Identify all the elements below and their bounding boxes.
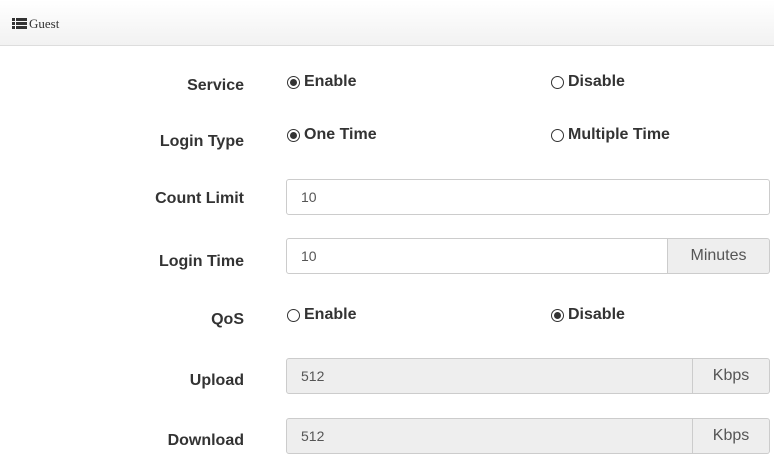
download-label: Download [167, 432, 244, 449]
upload-unit: Kbps [693, 358, 770, 394]
qos-enable-radio[interactable]: Enable [287, 306, 356, 324]
upload-input[interactable]: 512 [286, 358, 693, 394]
radio-unchecked-icon [551, 75, 564, 89]
radio-unchecked-icon [287, 308, 300, 322]
service-enable-radio[interactable]: Enable [287, 73, 356, 91]
login-type-multiple-time-radio[interactable]: Multiple Time [551, 126, 670, 144]
radio-unchecked-icon [551, 128, 564, 142]
radio-checked-icon [287, 75, 300, 89]
login-time-label: Login Time [158, 253, 244, 270]
count-limit-input[interactable]: 10 [286, 179, 770, 215]
upload-label: Upload [189, 372, 244, 389]
radio-checked-icon [551, 308, 564, 322]
download-input[interactable]: 512 [286, 418, 693, 454]
download-unit: Kbps [693, 418, 770, 454]
service-disable-radio[interactable]: Disable [551, 73, 625, 91]
panel-title: Guest [29, 16, 60, 31]
list-icon [12, 18, 27, 29]
service-label: Service [187, 77, 244, 94]
panel-header: Guest [0, 0, 774, 46]
radio-checked-icon [287, 128, 300, 142]
login-type-one-time-radio[interactable]: One Time [287, 126, 377, 144]
qos-label: QoS [211, 311, 244, 328]
login-type-label: Login Type [159, 133, 244, 150]
count-limit-label: Count Limit [155, 190, 244, 207]
login-time-input[interactable]: 10 [286, 238, 668, 274]
login-time-unit: Minutes [668, 238, 770, 274]
qos-disable-radio[interactable]: Disable [551, 306, 625, 324]
